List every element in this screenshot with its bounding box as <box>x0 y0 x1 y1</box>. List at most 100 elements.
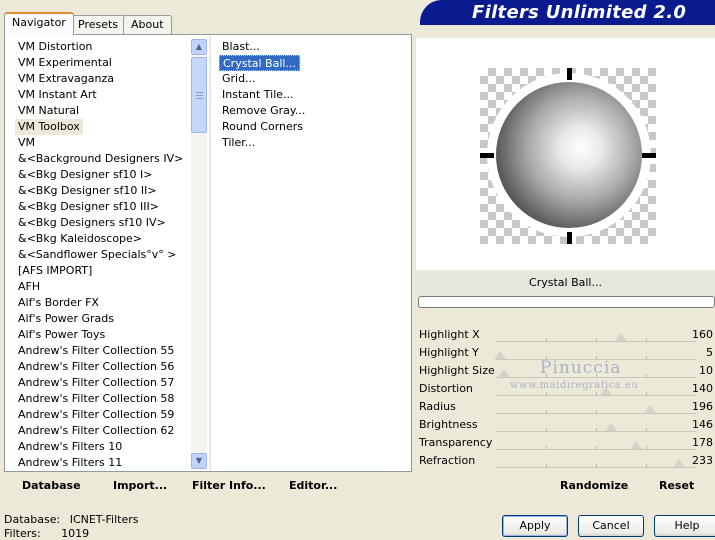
param-value: 233 <box>692 454 713 467</box>
category-item[interactable]: AFH <box>15 279 43 295</box>
category-item[interactable]: Andrew's Filter Collection 62 <box>15 423 177 439</box>
tab-about[interactable]: About <box>123 15 172 34</box>
scroll-thumb[interactable] <box>191 57 207 133</box>
param-tick <box>596 464 597 467</box>
category-item[interactable]: Andrew's Filters 11 <box>15 455 125 471</box>
category-scrollbar[interactable]: ▲ ▼ <box>191 39 207 469</box>
apply-button[interactable]: Apply <box>502 515 568 537</box>
param-tick <box>646 428 647 431</box>
status-database-value: ICNET-Filters <box>69 513 139 526</box>
param-slider-thumb[interactable] <box>604 423 617 431</box>
cancel-button[interactable]: Cancel <box>578 515 644 537</box>
category-item[interactable]: Alf's Power Grads <box>15 311 117 327</box>
category-item[interactable]: &<BKg Designer sf10 II> <box>15 183 160 199</box>
filter-item[interactable]: Instant Tile... <box>219 87 297 103</box>
param-row: Brightness 146 <box>416 416 715 434</box>
filter-item[interactable]: Round Corners <box>219 119 306 135</box>
category-item[interactable]: Alf's Border FX <box>15 295 102 311</box>
filter-info-button[interactable]: Filter Info... <box>188 475 270 497</box>
param-value: 196 <box>692 400 713 413</box>
param-slider-thumb[interactable] <box>494 351 506 359</box>
param-value: 5 <box>706 346 713 359</box>
param-tick <box>596 428 597 431</box>
param-slider-thumb[interactable] <box>629 441 642 449</box>
param-label: Highlight Y <box>419 346 479 359</box>
param-tick <box>546 392 547 395</box>
filter-item[interactable]: Blast... <box>219 39 263 55</box>
param-tick <box>646 392 647 395</box>
param-tick <box>546 464 547 467</box>
category-item[interactable]: [AFS IMPORT] <box>15 263 95 279</box>
import-button[interactable]: Import... <box>109 475 171 497</box>
param-tick <box>646 464 647 467</box>
param-slider[interactable] <box>496 449 696 450</box>
parameter-panel: Highlight X 160 Highlight Y 5 Highlight Size… <box>416 326 715 471</box>
category-item[interactable]: VM <box>15 135 38 151</box>
filter-item[interactable]: Remove Gray... <box>219 103 308 119</box>
param-slider-thumb[interactable] <box>643 405 656 413</box>
param-label: Highlight X <box>419 328 480 341</box>
category-item[interactable]: Alf's Power Toys <box>15 327 108 343</box>
category-item[interactable]: VM Natural <box>15 103 82 119</box>
param-slider-thumb[interactable] <box>498 369 510 377</box>
database-button[interactable]: Database <box>18 475 85 497</box>
category-item[interactable]: &<Bkg Designers sf10 IV> <box>15 215 169 231</box>
param-slider[interactable] <box>496 413 696 414</box>
category-item[interactable]: &<Bkg Designer sf10 III> <box>15 199 162 215</box>
category-item[interactable]: Andrew's Filter Collection 58 <box>15 391 177 407</box>
category-item[interactable]: VM Experimental <box>15 55 115 71</box>
param-label: Highlight Size <box>419 364 495 377</box>
param-tick <box>546 338 547 341</box>
param-slider-thumb[interactable] <box>672 459 685 467</box>
scroll-up-button[interactable]: ▲ <box>191 39 207 55</box>
category-list[interactable]: VM Distortion VM Experimental VM Extravaga… <box>5 35 191 471</box>
randomize-button[interactable]: Randomize <box>556 475 632 497</box>
param-slider[interactable] <box>496 467 696 468</box>
param-label: Radius <box>419 400 456 413</box>
status-filters: Filters: 1019 <box>4 527 89 540</box>
filter-list[interactable]: Blast... Crystal Ball... Grid... Instant Ti… <box>219 39 409 469</box>
category-item[interactable]: &<Bkg Kaleidoscope> <box>15 231 145 247</box>
category-item[interactable]: Andrew's Filter Collection 57 <box>15 375 177 391</box>
help-button[interactable]: Help <box>654 515 715 537</box>
param-slider-thumb[interactable] <box>615 333 628 341</box>
scroll-down-button[interactable]: ▼ <box>191 453 207 469</box>
category-item[interactable]: VM Instant Art <box>15 87 100 103</box>
category-item[interactable]: Andrew's Filter Collection 55 <box>15 343 177 359</box>
tab-navigator[interactable]: Navigator <box>4 12 74 35</box>
editor-button[interactable]: Editor... <box>285 475 341 497</box>
preview-horizontal-marks <box>480 153 656 158</box>
tab-presets[interactable]: Presets <box>70 15 127 34</box>
category-item[interactable]: VM Distortion <box>15 39 95 55</box>
param-row: Highlight X 160 <box>416 326 715 344</box>
param-slider[interactable] <box>496 341 696 342</box>
watermark-name: Pinuccia <box>540 358 622 378</box>
category-item[interactable]: Andrew's Filter Collection 59 <box>15 407 177 423</box>
current-filter-name: Crystal Ball... <box>416 272 715 294</box>
category-item[interactable]: &<Background Designers IV> <box>15 151 186 167</box>
param-tick <box>546 446 547 449</box>
param-tick <box>546 410 547 413</box>
category-item[interactable]: &<Bkg Designer sf10 I> <box>15 167 156 183</box>
navigator-panel: VM Distortion VM Experimental VM Extravaga… <box>4 34 412 472</box>
category-item[interactable]: &<Sandflower Specials°v° > <box>15 247 180 263</box>
param-label: Distortion <box>419 382 473 395</box>
param-slider[interactable] <box>496 395 696 396</box>
param-tick <box>546 428 547 431</box>
param-slider[interactable] <box>496 431 696 432</box>
param-tick <box>596 446 597 449</box>
progress-bar <box>418 296 715 308</box>
category-item[interactable]: VM Toolbox <box>15 119 83 135</box>
watermark-url: www.maidiregrafica.eu <box>510 380 639 391</box>
category-item[interactable]: Andrew's Filter Collection 56 <box>15 359 177 375</box>
list-divider <box>209 35 211 471</box>
category-item[interactable]: VM Extravaganza <box>15 71 117 87</box>
filter-item[interactable]: Crystal Ball... <box>219 55 300 71</box>
status-filters-value: 1019 <box>61 527 90 540</box>
reset-button[interactable]: Reset <box>655 475 698 497</box>
category-item[interactable]: Andrew's Filters 10 <box>15 439 125 455</box>
filter-item[interactable]: Tiler... <box>219 135 258 151</box>
filter-item[interactable]: Grid... <box>219 71 259 87</box>
param-value: 140 <box>692 382 713 395</box>
param-tick <box>596 338 597 341</box>
